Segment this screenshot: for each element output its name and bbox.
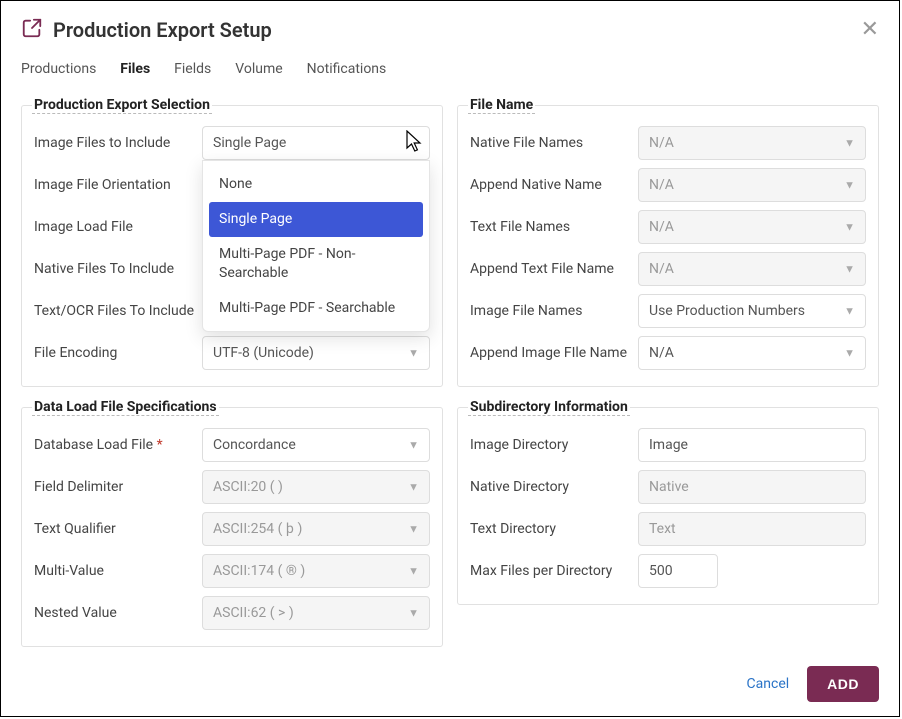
dropdown-option[interactable]: Single Page: [209, 202, 423, 237]
chevron-down-icon: ▼: [408, 565, 419, 578]
label-image-file-names: Image File Names: [470, 303, 638, 319]
label-append-image-file-name: Append Image FIle Name: [470, 345, 638, 361]
select-image-files-include[interactable]: Single Page ▼: [202, 126, 430, 160]
input-max-files-per-dir[interactable]: 500: [638, 554, 718, 588]
label-multi-value: Multi-Value: [34, 563, 202, 579]
tab-productions[interactable]: Productions: [21, 55, 96, 83]
select-multi-value[interactable]: ASCII:174 ( ® ) ▼: [202, 554, 430, 588]
tab-files[interactable]: Files: [120, 55, 150, 83]
select-value: ASCII:20 ( ): [213, 479, 283, 495]
select-append-image-file-name[interactable]: N/A ▼: [638, 336, 866, 370]
chevron-down-icon: ▼: [844, 221, 855, 234]
group-title: File Name: [468, 97, 535, 114]
chevron-down-icon: ▼: [844, 347, 855, 360]
tab-notifications[interactable]: Notifications: [307, 55, 387, 83]
select-value: Concordance: [213, 437, 296, 453]
select-text-file-names[interactable]: N/A ▼: [638, 210, 866, 244]
select-native-file-names[interactable]: N/A ▼: [638, 126, 866, 160]
tab-fields[interactable]: Fields: [174, 55, 211, 83]
label-text-file-names: Text File Names: [470, 219, 638, 235]
file-name-group: File Name Native File Names N/A ▼ Append N…: [457, 97, 879, 387]
label-field-delimiter: Field Delimiter: [34, 479, 202, 495]
label-text-directory: Text Directory: [470, 521, 638, 537]
chevron-down-icon: ▼: [844, 179, 855, 192]
label-image-load-file: Image Load File: [34, 219, 202, 235]
dropdown-image-files-include: None Single Page Multi-Page PDF - Non-Se…: [202, 160, 430, 332]
tab-volume[interactable]: Volume: [235, 55, 282, 83]
input-image-directory[interactable]: Image: [638, 428, 866, 462]
select-value: Single Page: [213, 135, 286, 151]
export-icon: [21, 17, 43, 43]
select-field-delimiter[interactable]: ASCII:20 ( ) ▼: [202, 470, 430, 504]
label-database-load-file: Database Load File *: [34, 437, 202, 453]
chevron-down-icon: ▼: [408, 481, 419, 494]
input-text-directory[interactable]: Text: [638, 512, 866, 546]
select-nested-value[interactable]: ASCII:62 ( > ) ▼: [202, 596, 430, 630]
select-append-native-name[interactable]: N/A ▼: [638, 168, 866, 202]
select-database-load-file[interactable]: Concordance ▼: [202, 428, 430, 462]
chevron-down-icon: ▼: [408, 439, 419, 452]
cancel-button[interactable]: Cancel: [747, 676, 790, 692]
label-native-directory: Native Directory: [470, 479, 638, 495]
chevron-down-icon: ▼: [408, 137, 419, 150]
label-append-native-name: Append Native Name: [470, 177, 638, 193]
close-button[interactable]: ✕: [861, 19, 879, 41]
chevron-down-icon: ▼: [408, 607, 419, 620]
label-file-encoding: File Encoding: [34, 345, 202, 361]
subdirectory-info-group: Subdirectory Information Image Directory…: [457, 399, 879, 605]
dialog-title: Production Export Setup: [53, 18, 861, 42]
select-value: Use Production Numbers: [649, 303, 805, 319]
dropdown-option[interactable]: Multi-Page PDF - Non-Searchable: [209, 237, 423, 291]
tab-bar: Productions Files Fields Volume Notifica…: [1, 55, 899, 83]
label-text-ocr-files-include: Text/OCR Files To Include: [34, 303, 202, 319]
label-image-directory: Image Directory: [470, 437, 638, 453]
label-image-files-include: Image Files to Include: [34, 135, 202, 151]
group-title: Data Load File Specifications: [32, 399, 219, 416]
label-native-file-names: Native File Names: [470, 135, 638, 151]
input-native-directory[interactable]: Native: [638, 470, 866, 504]
label-append-text-file-name: Append Text File Name: [470, 261, 638, 277]
label-native-files-include: Native Files To Include: [34, 261, 202, 277]
group-title: Production Export Selection: [32, 97, 212, 114]
chevron-down-icon: ▼: [408, 523, 419, 536]
dropdown-option[interactable]: Multi-Page PDF - Searchable: [209, 291, 423, 326]
chevron-down-icon: ▼: [844, 263, 855, 276]
production-export-selection-group: Production Export Selection Image Files …: [21, 97, 443, 387]
label-image-file-orientation: Image File Orientation: [34, 177, 202, 193]
select-value: ASCII:254 ( þ ): [213, 521, 302, 537]
select-value: N/A: [649, 177, 674, 193]
label-text-qualifier: Text Qualifier: [34, 521, 202, 537]
data-load-file-spec-group: Data Load File Specifications Database L…: [21, 399, 443, 647]
select-text-qualifier[interactable]: ASCII:254 ( þ ) ▼: [202, 512, 430, 546]
chevron-down-icon: ▼: [844, 305, 855, 318]
chevron-down-icon: ▼: [844, 137, 855, 150]
select-value: N/A: [649, 261, 674, 277]
select-value: ASCII:62 ( > ): [213, 605, 294, 621]
select-value: ASCII:174 ( ® ): [213, 563, 305, 579]
select-image-file-names[interactable]: Use Production Numbers ▼: [638, 294, 866, 328]
select-append-text-file-name[interactable]: N/A ▼: [638, 252, 866, 286]
label-nested-value: Nested Value: [34, 605, 202, 621]
select-file-encoding[interactable]: UTF-8 (Unicode) ▼: [202, 336, 430, 370]
dropdown-option[interactable]: None: [209, 167, 423, 202]
select-value: N/A: [649, 345, 674, 361]
select-value: UTF-8 (Unicode): [213, 345, 314, 361]
chevron-down-icon: ▼: [408, 347, 419, 360]
select-value: N/A: [649, 135, 674, 151]
group-title: Subdirectory Information: [468, 399, 630, 416]
add-button[interactable]: ADD: [807, 666, 879, 702]
label-max-files-per-dir: Max Files per Directory: [470, 563, 638, 579]
select-value: N/A: [649, 219, 674, 235]
